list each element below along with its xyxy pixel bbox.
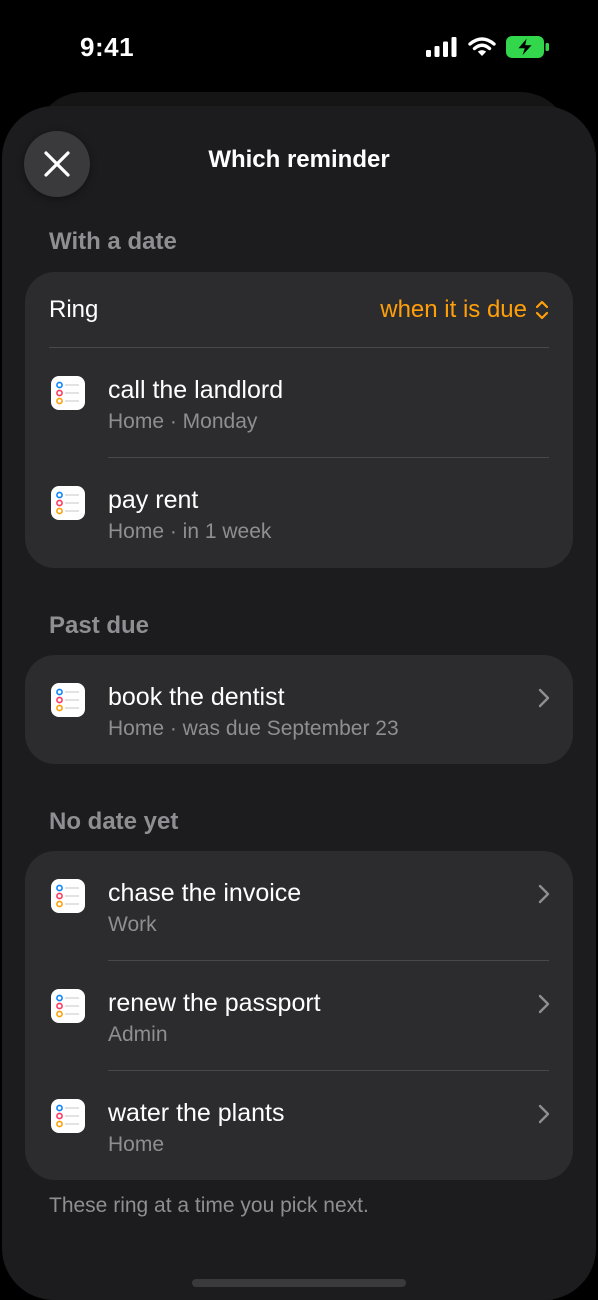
reminder-title: renew the passport	[108, 989, 321, 1017]
chevron-right-icon	[538, 994, 550, 1014]
reminders-app-icon	[51, 683, 85, 717]
ring-value-picker[interactable]: when it is due	[380, 296, 549, 324]
signal-icon	[426, 37, 457, 57]
reminders-app-icon	[51, 879, 85, 913]
reminder-title: call the landlord	[108, 376, 284, 404]
footer-note: These ring at a time you pick next.	[49, 1194, 369, 1217]
reminders-app-icon	[51, 989, 85, 1023]
status-time: 9:41	[80, 32, 135, 62]
chevron-right-icon	[538, 884, 550, 904]
no-date-group: chase the invoice Work renew the passpor…	[25, 851, 573, 1180]
reminder-title: book the dentist	[108, 683, 285, 711]
reminder-row-renew-the-passport[interactable]: renew the passport Admin	[25, 961, 573, 1071]
battery-charging-icon	[506, 36, 549, 58]
reminders-app-icon	[51, 376, 85, 410]
wifi-icon	[468, 37, 496, 56]
past-due-group: book the dentist Home · was due Septembe…	[25, 655, 573, 764]
reminder-subtitle: Home · in 1 week	[108, 520, 272, 543]
reminders-app-icon	[51, 486, 85, 520]
reminders-app-icon	[51, 1099, 85, 1133]
reminder-subtitle: Admin	[108, 1023, 168, 1046]
ring-value-text: when it is due	[380, 296, 527, 323]
ring-label: Ring	[49, 296, 99, 323]
reminder-row-pay-rent[interactable]: pay rent Home · in 1 week	[25, 458, 573, 568]
reminder-row-book-the-dentist[interactable]: book the dentist Home · was due Septembe…	[25, 655, 573, 764]
sheet-title: Which reminder	[208, 146, 390, 173]
reminder-row-call-the-landlord[interactable]: call the landlord Home · Monday	[25, 348, 573, 458]
reminder-subtitle: Home · Monday	[108, 410, 258, 433]
home-indicator[interactable]	[192, 1279, 406, 1287]
reminder-subtitle: Home · was due September 23	[108, 717, 399, 740]
reminder-row-water-the-plants[interactable]: water the plants Home	[25, 1071, 573, 1180]
ring-setting-row: Ring when it is due	[25, 272, 573, 348]
chevron-right-icon	[538, 688, 550, 708]
reminder-subtitle: Work	[108, 913, 157, 936]
status-bar: 9:41	[0, 0, 598, 96]
reminder-title: pay rent	[108, 486, 199, 514]
section-header-past-due: Past due	[49, 612, 150, 639]
with-date-group: Ring when it is due call the landlord Ho…	[25, 272, 573, 568]
chevron-right-icon	[538, 1104, 550, 1124]
reminder-title: chase the invoice	[108, 879, 302, 907]
section-header-no-date: No date yet	[49, 808, 179, 835]
reminder-row-chase-the-invoice[interactable]: chase the invoice Work	[25, 851, 573, 961]
status-icons	[426, 36, 550, 58]
reminder-subtitle: Home	[108, 1133, 165, 1156]
section-header-with-date: With a date	[49, 228, 177, 255]
reminder-title: water the plants	[108, 1099, 285, 1127]
up-down-chevron-icon	[535, 300, 549, 320]
